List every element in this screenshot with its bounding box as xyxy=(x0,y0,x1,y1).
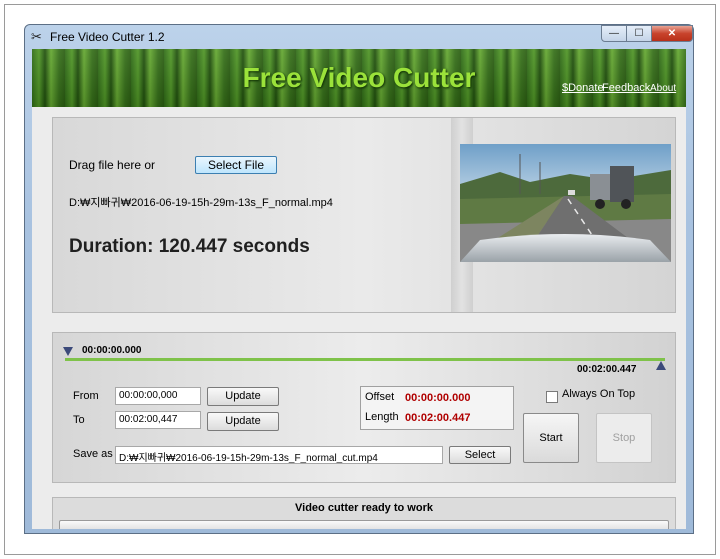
cut-panel: 00:00:00.000 00:02:00.447 From 00:00:00,… xyxy=(52,332,676,483)
from-label: From xyxy=(73,390,99,402)
cut-info-box: Offset 00:00:00.000 Length 00:02:00.447 xyxy=(360,386,514,430)
road-scene-image xyxy=(460,144,671,262)
always-on-top-label: Always On Top xyxy=(562,388,636,400)
length-value: 00:02:00.447 xyxy=(405,412,471,424)
duration-label: Duration: 120.447 seconds xyxy=(69,236,310,257)
end-time-label: 00:02:00.447 xyxy=(577,364,637,375)
timeline-track[interactable] xyxy=(65,358,665,361)
status-panel: Video cutter ready to work xyxy=(52,497,676,529)
window-title: Free Video Cutter 1.2 xyxy=(50,30,165,44)
save-select-button[interactable]: Select xyxy=(449,446,511,464)
start-button[interactable]: Start xyxy=(523,413,579,463)
drag-label: Drag file here or xyxy=(69,158,156,172)
length-label: Length xyxy=(365,411,399,423)
video-thumbnail xyxy=(460,144,671,262)
save-as-label: Save as xyxy=(73,448,113,460)
feedback-link[interactable]: Feedback xyxy=(602,82,650,94)
close-button[interactable]: ✕ xyxy=(651,25,693,42)
status-message: Video cutter ready to work xyxy=(295,502,433,514)
stop-button[interactable]: Stop xyxy=(596,413,652,463)
minimize-button[interactable]: — xyxy=(601,25,627,42)
save-path-input[interactable]: D:₩지빠귀₩2016-06-19-15h-29m-13s_F_normal_c… xyxy=(115,446,443,464)
always-on-top-checkbox[interactable] xyxy=(546,391,558,403)
client-area: Free Video Cutter $Donate Feedback About… xyxy=(32,49,686,529)
title-bar[interactable]: ✂ Free Video Cutter 1.2 — ☐ ✕ xyxy=(25,25,693,49)
about-link[interactable]: About xyxy=(650,83,676,94)
from-update-button[interactable]: Update xyxy=(207,387,279,406)
file-panel: Drag file here or Select File D:₩지빠귀₩201… xyxy=(52,117,676,313)
to-label: To xyxy=(73,414,85,426)
offset-label: Offset xyxy=(365,391,395,403)
donate-link[interactable]: $Donate xyxy=(562,82,604,94)
to-input[interactable]: 00:02:00,447 xyxy=(115,411,201,429)
scissors-icon: ✂ xyxy=(31,29,42,44)
offset-value: 00:00:00.000 xyxy=(405,392,471,404)
file-path: D:₩지빠귀₩2016-06-19-15h-29m-13s_F_normal.m… xyxy=(69,197,333,209)
header-banner: Free Video Cutter $Donate Feedback About xyxy=(32,49,686,107)
progress-bar xyxy=(59,520,669,529)
maximize-button[interactable]: ☐ xyxy=(626,25,652,42)
start-time-label: 00:00:00.000 xyxy=(82,345,142,356)
end-marker-icon[interactable] xyxy=(656,361,666,370)
from-input[interactable]: 00:00:00,000 xyxy=(115,387,201,405)
select-file-button[interactable]: Select File xyxy=(195,156,277,174)
start-marker-icon[interactable] xyxy=(63,347,73,356)
app-window: ✂ Free Video Cutter 1.2 — ☐ ✕ Free Video… xyxy=(24,24,694,534)
to-update-button[interactable]: Update xyxy=(207,412,279,431)
